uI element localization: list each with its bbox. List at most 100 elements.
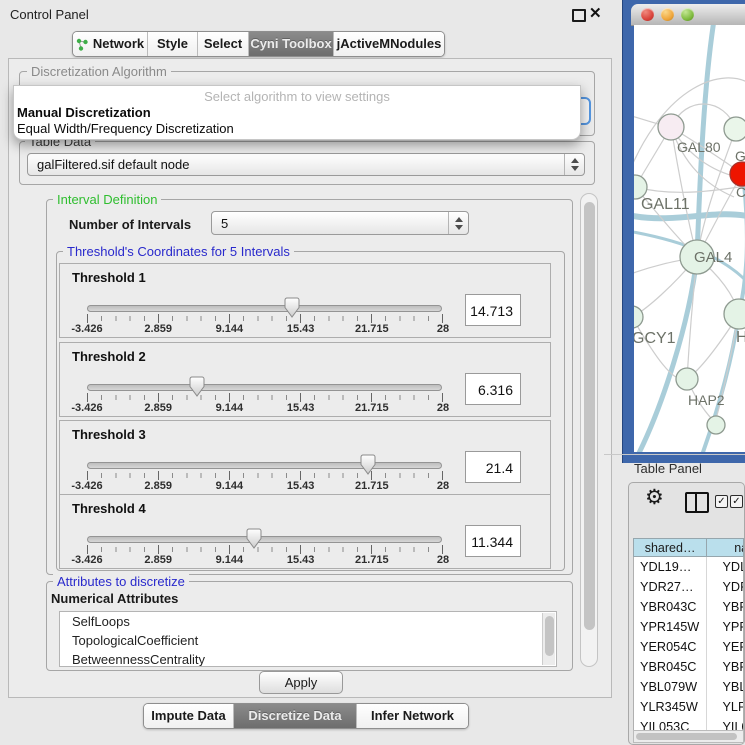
- column-header-shared-name[interactable]: shared…: [634, 539, 706, 556]
- node-label: GAL80: [677, 139, 721, 155]
- threshold-2-value-field[interactable]: 6.316: [465, 373, 521, 405]
- threshold-1-panel: Threshold 1 -3.426 2.859 9.144 15.43 21.…: [59, 263, 551, 338]
- tab-network[interactable]: Network: [73, 32, 148, 56]
- node-partial[interactable]: [707, 416, 725, 434]
- algorithm-dropdown-popup: Select algorithm to view settings Manual…: [13, 85, 581, 140]
- threshold-4-value-field[interactable]: 11.344: [465, 525, 521, 557]
- table-data-selected-value: galFiltered.sif default node: [37, 154, 189, 175]
- slider-track[interactable]: [87, 384, 442, 391]
- node-red[interactable]: [730, 162, 745, 186]
- threshold-coordinates-group-title: Threshold's Coordinates for 5 Intervals: [63, 244, 294, 259]
- float-window-icon[interactable]: [572, 9, 586, 22]
- table-row[interactable]: YDR27…YDR2: [634, 577, 743, 597]
- network-window-titlebar[interactable]: [631, 4, 745, 26]
- tab-infer-network[interactable]: Infer Network: [357, 704, 468, 728]
- slider-thumb[interactable]: [247, 528, 262, 549]
- table-body: YDL19…YDL1 YDR27…YDR2 YBR043CYBR0 YPR145…: [633, 557, 744, 730]
- threshold-1-value-field[interactable]: 14.713: [465, 294, 521, 326]
- list-item[interactable]: SelfLoops: [60, 612, 556, 631]
- slider-tick-labels: -3.426 2.859 9.144 15.43 21.715 28: [87, 402, 443, 414]
- slider-track[interactable]: [87, 305, 442, 312]
- slider-thumb[interactable]: [361, 454, 376, 475]
- algorithm-hint: Select algorithm to view settings: [14, 89, 580, 104]
- split-columns-icon[interactable]: [685, 492, 709, 513]
- table-horizontal-scrollbar[interactable]: [633, 730, 744, 743]
- network-view-window: GAL80 GA C GAL11 GAL4 GCY1 H HAP2: [622, 0, 745, 463]
- threshold-3-panel: Threshold 3 -3.426 2.859 9.144 15.43 21.…: [59, 420, 551, 495]
- threshold-1-label: Threshold 1: [72, 270, 146, 285]
- node-label: H: [736, 329, 745, 346]
- slider-thumb[interactable]: [285, 297, 300, 318]
- list-scrollbar[interactable]: [542, 613, 555, 665]
- node-h[interactable]: [724, 299, 745, 329]
- tab-jactivemnodules[interactable]: jActiveMNodules: [334, 32, 444, 56]
- slider-tick-labels: -3.426 2.859 9.144 15.43 21.715 28: [87, 480, 443, 492]
- list-item[interactable]: BetweennessCentrality: [60, 650, 556, 667]
- node-hap2[interactable]: [676, 368, 698, 390]
- number-of-intervals-combobox[interactable]: 5: [211, 211, 469, 235]
- table-row[interactable]: YLR345WYLR3: [634, 697, 743, 717]
- table-panel-title: Table Panel: [634, 461, 702, 476]
- application-window: Control Panel ✕ Network Style Select Cyn…: [0, 0, 745, 745]
- node-gal80[interactable]: [658, 114, 684, 140]
- checkbox-icon[interactable]: ✓: [730, 495, 743, 508]
- table-horizontal-scrollbar-thumb[interactable]: [636, 733, 737, 740]
- table-row[interactable]: YDL19…YDL1: [634, 557, 743, 577]
- network-graph: GAL80 GA C GAL11 GAL4 GCY1 H HAP2: [634, 25, 745, 452]
- node-gcy1[interactable]: [634, 306, 643, 328]
- column-header-name[interactable]: na: [706, 539, 743, 556]
- apply-button[interactable]: Apply: [259, 671, 343, 694]
- numerical-attributes-list[interactable]: SelfLoops TopologicalCoefficient Between…: [59, 611, 557, 667]
- table-header-row: shared… na: [633, 538, 744, 557]
- top-tab-bar: Network Style Select Cyni Toolbox jActiv…: [72, 31, 445, 57]
- slider-tick-labels: -3.426 2.859 9.144 15.43 21.715 28: [87, 554, 443, 566]
- threshold-3-value-field[interactable]: 21.4: [465, 451, 521, 483]
- table-row[interactable]: YBR043CYBR0: [634, 597, 743, 617]
- table-row[interactable]: YBR045CYBR0: [634, 657, 743, 677]
- threshold-3-slider[interactable]: -3.426 2.859 9.144 15.43 21.715 28: [87, 454, 443, 494]
- zoom-traffic-light-icon[interactable]: [681, 8, 694, 21]
- threshold-4-slider[interactable]: -3.426 2.859 9.144 15.43 21.715 28: [87, 528, 443, 568]
- slider-track[interactable]: [87, 462, 442, 469]
- threshold-2-slider[interactable]: -3.426 2.859 9.144 15.43 21.715 28: [87, 376, 443, 416]
- table-row[interactable]: YBL079WYBL0: [634, 677, 743, 697]
- discretization-algorithm-group-title: Discretization Algorithm: [27, 64, 171, 79]
- list-item[interactable]: TopologicalCoefficient: [60, 631, 556, 650]
- threshold-2-label: Threshold 2: [72, 349, 146, 364]
- threshold-3-label: Threshold 3: [72, 427, 146, 442]
- tab-select[interactable]: Select: [198, 32, 249, 56]
- tab-style[interactable]: Style: [148, 32, 198, 56]
- tab-impute-data[interactable]: Impute Data: [144, 704, 234, 728]
- tab-cyni-toolbox[interactable]: Cyni Toolbox: [249, 32, 334, 56]
- network-canvas[interactable]: GAL80 GA C GAL11 GAL4 GCY1 H HAP2: [634, 25, 745, 452]
- table-row[interactable]: YPR145WYPR1: [634, 617, 743, 637]
- close-icon[interactable]: ✕: [589, 4, 602, 22]
- node-label: GAL11: [641, 196, 690, 213]
- combo-spinner-icon[interactable]: [448, 212, 468, 234]
- threshold-2-panel: Threshold 2 -3.426 2.859 9.144 15.43 21.…: [59, 342, 551, 417]
- checkbox-icon[interactable]: ✓: [715, 495, 728, 508]
- table-row[interactable]: YER054CYER0: [634, 637, 743, 657]
- slider-ticks: [87, 545, 443, 554]
- slider-track[interactable]: [87, 536, 442, 543]
- close-traffic-light-icon[interactable]: [641, 8, 654, 21]
- list-scrollbar-thumb[interactable]: [545, 616, 554, 656]
- algorithm-option-equal-width[interactable]: Equal Width/Frequency Discretization: [17, 121, 234, 136]
- node-label: C: [736, 184, 745, 200]
- gear-icon[interactable]: ⚙: [645, 485, 664, 510]
- algorithm-option-manual[interactable]: Manual Discretization: [17, 105, 151, 120]
- combo-spinner-icon[interactable]: [564, 154, 584, 175]
- node-label: GA: [735, 148, 745, 164]
- minimize-traffic-light-icon[interactable]: [661, 8, 674, 21]
- node-ga[interactable]: [724, 117, 745, 141]
- node-attribute-table: shared… na YDL19…YDL1 YDR27…YDR2 YBR043C…: [633, 538, 744, 557]
- main-scrollbar-thumb[interactable]: [584, 202, 595, 630]
- number-of-intervals-label: Number of Intervals: [69, 217, 191, 232]
- tab-discretize-data[interactable]: Discretize Data: [234, 704, 357, 728]
- table-row[interactable]: YIL053CYIL0: [634, 717, 743, 730]
- threshold-1-slider[interactable]: -3.426 2.859 9.144 15.43 21.715 28: [87, 297, 443, 337]
- slider-tick-labels: -3.426 2.859 9.144 15.43 21.715 28: [87, 323, 443, 335]
- table-data-combobox[interactable]: galFiltered.sif default node: [27, 153, 585, 176]
- slider-thumb[interactable]: [190, 376, 205, 397]
- main-scrollbar[interactable]: [580, 193, 598, 667]
